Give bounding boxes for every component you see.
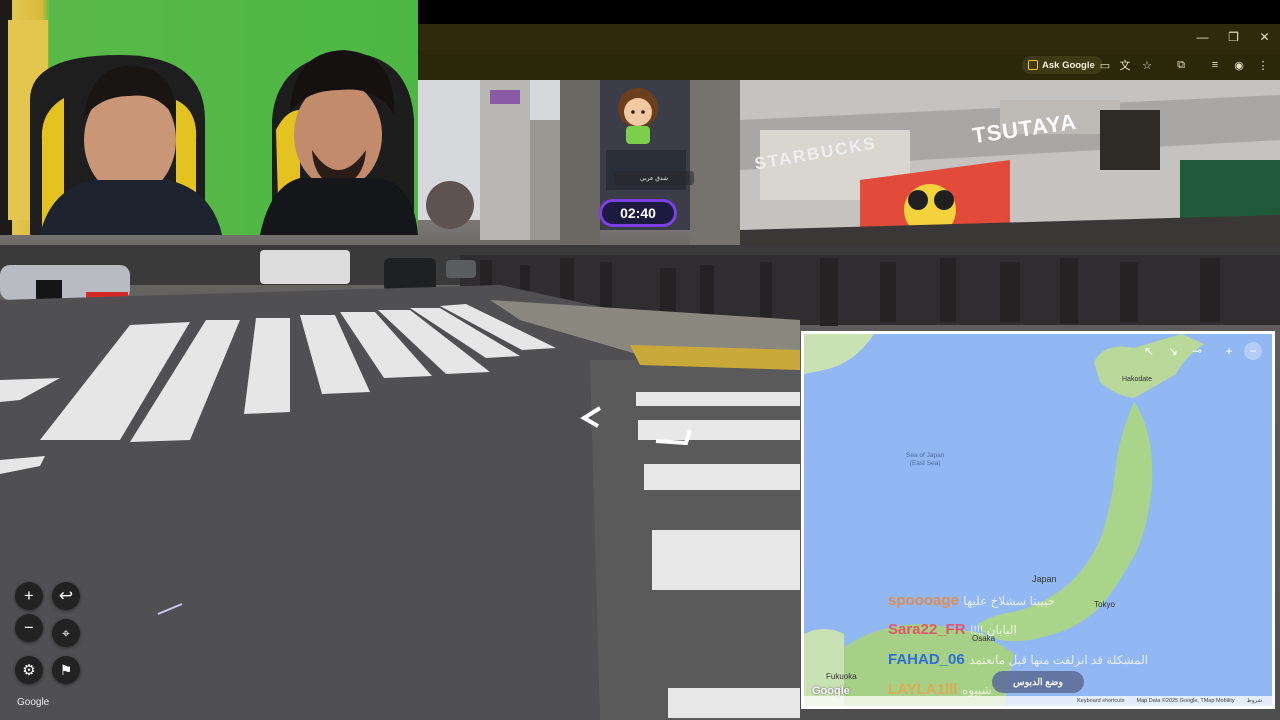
cast-icon[interactable]: ▭ xyxy=(1098,58,1112,72)
map-expand-icon[interactable]: ↖ xyxy=(1140,342,1158,360)
map-pin-icon: ⌖ xyxy=(62,624,70,641)
map-shrink-icon[interactable]: ↘ xyxy=(1164,342,1182,360)
settings-button[interactable]: ⚙ xyxy=(15,656,43,684)
chat-username: Sara22_FR xyxy=(888,621,966,638)
webcam-feed-graphics xyxy=(0,0,418,235)
place-pin-button[interactable]: وضع الدبوس xyxy=(992,671,1084,693)
chat-text: شبيوه xyxy=(961,683,992,697)
avatar-graphic xyxy=(618,88,658,144)
keyboard-shortcuts-link[interactable]: Keyboard shortcuts xyxy=(1077,698,1124,704)
chat-text: !!!! اليابان xyxy=(970,623,1017,637)
map-zoom-out-button[interactable]: − xyxy=(1244,342,1262,360)
return-to-start-button[interactable]: ⌖ xyxy=(52,619,80,647)
sea-label: Sea of Japan (East Sea) xyxy=(906,452,944,468)
terms-link[interactable]: شروط xyxy=(1247,698,1262,704)
flag-button[interactable]: ⚑ xyxy=(52,656,80,684)
chat-message: spoooage حبيبنا سشلاخ عليها xyxy=(888,592,1055,610)
zoom-in-button[interactable]: + xyxy=(15,582,43,610)
screen-top-black-bar xyxy=(418,0,1280,24)
map-data-attribution: Map Data ©2025 Google, TMap Mobility xyxy=(1136,698,1235,704)
map-zoom-in-button[interactable]: + xyxy=(1220,342,1238,360)
player-avatar xyxy=(612,84,664,148)
map-attribution-bar: Keyboard shortcuts Map Data ©2025 Google… xyxy=(804,696,1272,706)
chat-username: spoooage xyxy=(888,592,959,609)
ask-google-icon xyxy=(1028,60,1038,70)
chat-message: Sara22_FR !!!! اليابان xyxy=(888,621,1017,639)
chat-text: المشكلة قد انزلقت منها قبل مانعتمد xyxy=(969,653,1149,667)
zoom-out-button[interactable]: − xyxy=(15,614,43,642)
window-controls: — ❐ ✕ xyxy=(1187,24,1280,50)
sea-label-line1: Sea of Japan xyxy=(906,452,945,459)
undo-move-button[interactable]: ↩ xyxy=(52,582,80,610)
profile-icon[interactable]: ◉ xyxy=(1232,58,1246,72)
ask-google-label: Ask Google xyxy=(1042,59,1095,71)
webcam-overlay xyxy=(0,0,418,235)
extensions-icon[interactable]: ⧉ xyxy=(1174,58,1188,72)
gear-icon: ⚙ xyxy=(22,662,36,679)
chat-message: LAYLA1lll شبيوه xyxy=(888,681,992,699)
map-label-fukuoka: Fukuoka xyxy=(826,672,857,681)
browser-tab-strip: — ❐ ✕ xyxy=(418,24,1280,50)
minimize-button[interactable]: — xyxy=(1187,24,1218,50)
chat-username: LAYLA1lll xyxy=(888,681,958,698)
player-name-chip: شدق عربي xyxy=(614,171,694,185)
chat-username: FAHAD_06 xyxy=(888,651,965,668)
restore-button[interactable]: ❐ xyxy=(1218,24,1249,50)
flag-icon: ⚑ xyxy=(59,661,73,678)
sea-label-line2: (East Sea) xyxy=(909,460,941,467)
map-label-japan: Japan xyxy=(1032,574,1057,584)
round-timer: 02:40 xyxy=(599,199,677,227)
reading-list-icon[interactable]: ≡ xyxy=(1208,58,1222,72)
chat-text: حبيبنا سشلاخ عليها xyxy=(963,594,1056,608)
map-pin-toggle-icon[interactable]: ⊸ xyxy=(1188,342,1206,360)
translate-icon[interactable]: 文 xyxy=(1118,58,1132,72)
google-watermark: Google xyxy=(17,697,50,708)
bookmark-star-icon[interactable]: ☆ xyxy=(1140,58,1154,72)
close-button[interactable]: ✕ xyxy=(1249,24,1280,50)
browser-toolbar: Ask Google ▭ 文 ☆ ⧉ ≡ ◉ ⋮ xyxy=(418,50,1280,80)
chat-message: FAHAD_06 المشكلة قد انزلقت منها قبل مانع… xyxy=(888,651,1148,669)
ask-google-button[interactable]: Ask Google xyxy=(1022,56,1103,74)
menu-kebab-icon[interactable]: ⋮ xyxy=(1256,58,1270,72)
map-label-tokyo: Tokyo xyxy=(1094,600,1115,609)
map-label-hakodate: Hakodate xyxy=(1122,376,1152,383)
